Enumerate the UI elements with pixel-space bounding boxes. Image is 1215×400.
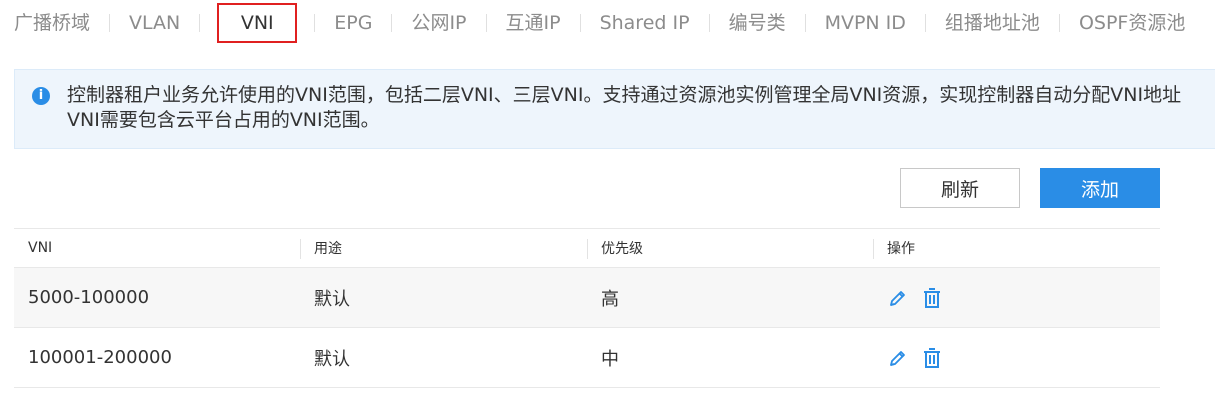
tab-vlan[interactable]: VLAN bbox=[129, 8, 180, 38]
info-line-1: 控制器租户业务允许使用的VNI范围，包括二层VNI、三层VNI。支持通过资源池实… bbox=[67, 84, 1182, 106]
tab-vni[interactable]: VNI bbox=[217, 3, 298, 43]
info-icon: i bbox=[32, 87, 50, 105]
cell-vni: 5000-100000 bbox=[28, 287, 150, 308]
tab-separator bbox=[109, 14, 111, 32]
tab-separator bbox=[804, 14, 806, 32]
cell-priority: 中 bbox=[601, 348, 619, 370]
info-banner-text: 控制器租户业务允许使用的VNI范围，包括二层VNI、三层VNI。支持通过资源池实… bbox=[67, 83, 1215, 133]
tab-mvpn-id[interactable]: MVPN ID bbox=[825, 8, 906, 38]
delete-icon[interactable] bbox=[921, 287, 943, 309]
tab-separator bbox=[391, 14, 393, 32]
info-banner: i 控制器租户业务允许使用的VNI范围，包括二层VNI、三层VNI。支持通过资源… bbox=[14, 69, 1215, 149]
tab-shared-ip[interactable]: Shared IP bbox=[600, 8, 690, 38]
add-button[interactable]: 添加 bbox=[1040, 168, 1160, 208]
tab-epg[interactable]: EPG bbox=[334, 8, 372, 38]
info-line-2: VNI需要包含云平台占用的VNI范围。 bbox=[67, 109, 380, 131]
tab-separator bbox=[579, 14, 581, 32]
tab-separator bbox=[708, 14, 710, 32]
tab-separator bbox=[199, 14, 201, 32]
cell-vni: 100001-200000 bbox=[28, 347, 172, 368]
column-header-usage: 用途 bbox=[300, 229, 587, 267]
vni-table: VNI 用途 优先级 操作 5000-100000 默认 高 100001-20… bbox=[14, 228, 1160, 388]
tab-public-ip[interactable]: 公网IP bbox=[411, 8, 466, 38]
column-header-actions: 操作 bbox=[873, 229, 1160, 267]
table-row: 5000-100000 默认 高 bbox=[14, 268, 1160, 328]
cell-actions bbox=[873, 328, 1160, 387]
tab-separator bbox=[314, 14, 316, 32]
tab-interconnect-ip[interactable]: 互通IP bbox=[506, 8, 561, 38]
tab-ospf-resource-pool[interactable]: OSPF资源池 bbox=[1079, 8, 1185, 38]
cell-priority: 高 bbox=[601, 288, 619, 310]
tab-separator bbox=[924, 14, 926, 32]
refresh-button[interactable]: 刷新 bbox=[900, 168, 1020, 208]
tab-numbering[interactable]: 编号类 bbox=[729, 8, 786, 38]
table-header: VNI 用途 优先级 操作 bbox=[14, 228, 1160, 268]
column-header-vni: VNI bbox=[28, 240, 53, 256]
tab-multicast-address-pool[interactable]: 组播地址池 bbox=[945, 8, 1040, 38]
cell-usage: 默认 bbox=[314, 348, 350, 370]
table-row: 100001-200000 默认 中 bbox=[14, 328, 1160, 388]
column-header-priority: 优先级 bbox=[587, 229, 873, 267]
cell-usage: 默认 bbox=[314, 288, 350, 310]
resource-tab-bar: 广播桥域 VLAN VNI EPG 公网IP 互通IP Shared IP 编号… bbox=[0, 0, 1215, 46]
tab-broadcast-bridge-domain[interactable]: 广播桥域 bbox=[14, 8, 90, 38]
edit-icon[interactable] bbox=[887, 347, 909, 369]
delete-icon[interactable] bbox=[921, 347, 943, 369]
cell-actions bbox=[873, 268, 1160, 327]
tab-separator bbox=[485, 14, 487, 32]
tab-separator bbox=[1058, 14, 1060, 32]
edit-icon[interactable] bbox=[887, 287, 909, 309]
